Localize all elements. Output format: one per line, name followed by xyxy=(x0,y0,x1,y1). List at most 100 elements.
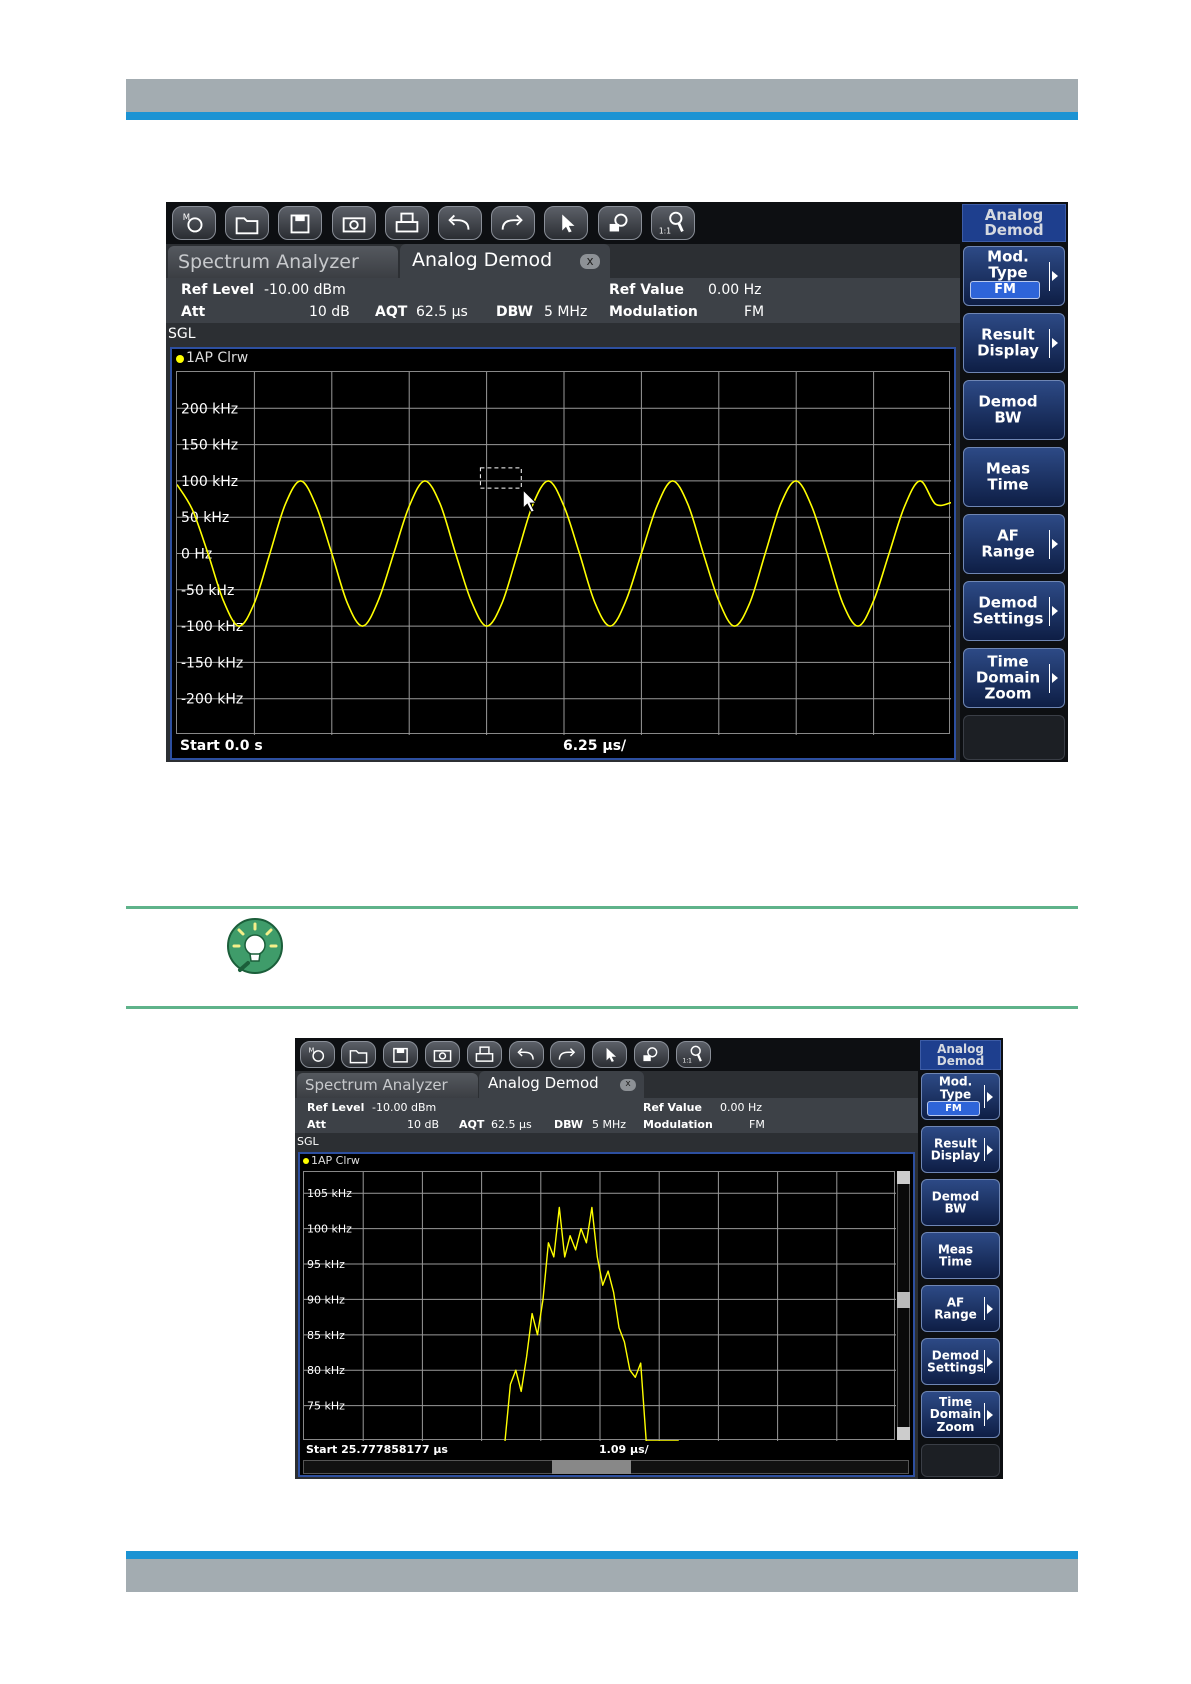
pointer-icon xyxy=(562,214,575,233)
aqt-label: AQT xyxy=(459,1118,485,1131)
divider xyxy=(984,1085,985,1108)
camera-icon xyxy=(342,217,366,233)
softkey-result-display[interactable]: Result Display xyxy=(963,313,1065,373)
y-tick-label: 75 kHz xyxy=(307,1400,345,1413)
submenu-arrow-icon xyxy=(987,1144,993,1155)
submenu-arrow-icon xyxy=(987,1356,993,1367)
print-button[interactable] xyxy=(385,206,429,240)
time-per-div-label: 1.09 µs/ xyxy=(599,1443,649,1456)
softkey-af-range[interactable]: AF Range xyxy=(963,514,1065,574)
softkey-demod-settings[interactable]: Demod Settings xyxy=(921,1338,1000,1385)
submenu-arrow-icon xyxy=(1052,271,1058,281)
submenu-arrow-icon xyxy=(987,1091,993,1102)
undo-icon xyxy=(517,1048,534,1060)
redo-icon xyxy=(501,214,523,230)
close-tab-icon[interactable]: x xyxy=(620,1079,636,1091)
print-icon xyxy=(475,1046,494,1062)
softkey-empty[interactable] xyxy=(963,715,1065,760)
sgl-indicator: SGL xyxy=(168,326,196,342)
scroll-thumb-v[interactable] xyxy=(897,1292,910,1309)
trace-chart: 200 kHz150 kHz100 kHz50 kHz0 Hz-50 kHz-1… xyxy=(177,372,951,735)
divider xyxy=(1049,261,1050,291)
ref-level-label: Ref Level xyxy=(307,1101,365,1114)
softkey-label: Demod Settings xyxy=(972,593,1044,627)
zoom-button[interactable]: 1:1 xyxy=(676,1041,711,1068)
softkey-empty[interactable] xyxy=(921,1444,1000,1477)
zoom-icon: 1:1 xyxy=(659,211,684,235)
toolbar: M 1:1 xyxy=(295,1038,918,1071)
open-button[interactable] xyxy=(341,1041,376,1068)
scroll-thumb-h[interactable] xyxy=(551,1460,631,1474)
ref-value-label: Ref Value xyxy=(609,282,685,298)
divider xyxy=(984,1403,985,1426)
softkey-time-domain-zoom[interactable]: Time Domain Zoom xyxy=(921,1391,1000,1438)
footer-accent-line xyxy=(126,1551,1078,1559)
softkey-label: Result Display xyxy=(930,1135,981,1163)
print-button[interactable] xyxy=(467,1041,502,1068)
zoom-multi-button[interactable] xyxy=(634,1041,669,1068)
softkey-mod-type[interactable]: Mod. Type FM xyxy=(921,1073,1000,1120)
footer-bar xyxy=(126,1559,1078,1592)
scroll-up-icon[interactable] xyxy=(897,1171,910,1184)
open-button[interactable] xyxy=(225,206,269,240)
softkey-af-range[interactable]: AF Range xyxy=(921,1285,1000,1332)
dbw-value: 5 MHz xyxy=(544,304,588,320)
zoom-button[interactable]: 1:1 xyxy=(651,206,695,240)
softkey-meas-time[interactable]: Meas Time xyxy=(963,447,1065,507)
preset-button[interactable]: M xyxy=(300,1041,335,1068)
camera-button[interactable] xyxy=(332,206,376,240)
mouse-pointer-icon xyxy=(522,488,538,513)
submenu-arrow-icon xyxy=(1052,606,1058,616)
start-time-label: Start 25.777858177 µs xyxy=(306,1443,448,1456)
redo-icon xyxy=(558,1048,576,1060)
softkey-demod-bw[interactable]: Demod BW xyxy=(921,1179,1000,1226)
y-tick-label: 95 kHz xyxy=(307,1258,345,1271)
softkey-menu-title: Analog Demod xyxy=(962,204,1066,242)
pointer-icon xyxy=(606,1047,617,1062)
modulation-label: Modulation xyxy=(643,1118,713,1131)
softkey-demod-settings[interactable]: Demod Settings xyxy=(963,581,1065,641)
tab-spectrum-analyzer[interactable]: Spectrum Analyzer xyxy=(168,246,398,278)
sgl-indicator: SGL xyxy=(297,1135,319,1148)
close-tab-icon[interactable]: x xyxy=(580,254,600,269)
submenu-arrow-icon xyxy=(987,1409,993,1420)
zoom-multi-button[interactable] xyxy=(598,206,642,240)
softkey-mod-type[interactable]: Mod. Type FM xyxy=(963,246,1065,306)
dbw-label: DBW xyxy=(554,1118,584,1131)
redo-button[interactable] xyxy=(550,1041,585,1068)
softkey-demod-bw[interactable]: Demod BW xyxy=(963,380,1065,440)
plot-area: 200 kHz 150 kHz 100 kHz 50 kHz 0 Hz -50 kHz -1… xyxy=(176,371,951,735)
toolbar: M 1:1 xyxy=(166,202,960,244)
preset-button[interactable]: M xyxy=(172,206,216,240)
divider xyxy=(1049,596,1050,626)
save-button[interactable] xyxy=(383,1041,418,1068)
save-button[interactable] xyxy=(278,206,322,240)
tab-spectrum-analyzer[interactable]: Spectrum Analyzer xyxy=(297,1073,478,1098)
divider xyxy=(984,1350,985,1373)
redo-button[interactable] xyxy=(491,206,535,240)
camera-button[interactable] xyxy=(425,1041,460,1068)
modulation-label: Modulation xyxy=(609,304,698,320)
undo-button[interactable] xyxy=(509,1041,544,1068)
save-icon xyxy=(290,214,310,234)
softkey-label: Meas Time xyxy=(937,1241,974,1269)
ref-level-label: Ref Level xyxy=(181,282,255,298)
undo-button[interactable] xyxy=(438,206,482,240)
divider xyxy=(1049,663,1050,693)
softkey-meas-time[interactable]: Meas Time xyxy=(921,1232,1000,1279)
tab-analog-demod[interactable]: Analog Demod xyxy=(400,244,610,278)
dbw-label: DBW xyxy=(496,304,533,320)
scroll-down-icon[interactable] xyxy=(897,1427,910,1440)
pointer-button[interactable] xyxy=(592,1041,627,1068)
divider xyxy=(984,1138,985,1161)
submenu-arrow-icon xyxy=(987,1303,993,1314)
divider xyxy=(1049,328,1050,358)
y-tick-label: 80 kHz xyxy=(307,1364,345,1377)
y-tick-label: 50 kHz xyxy=(181,510,229,526)
pointer-button[interactable] xyxy=(544,206,588,240)
softkey-time-domain-zoom[interactable]: Time Domain Zoom xyxy=(963,648,1065,708)
softkey-result-display[interactable]: Result Display xyxy=(921,1126,1000,1173)
undo-icon xyxy=(448,214,470,230)
att-value: 10 dB xyxy=(309,304,350,320)
header-accent-line xyxy=(126,112,1078,120)
